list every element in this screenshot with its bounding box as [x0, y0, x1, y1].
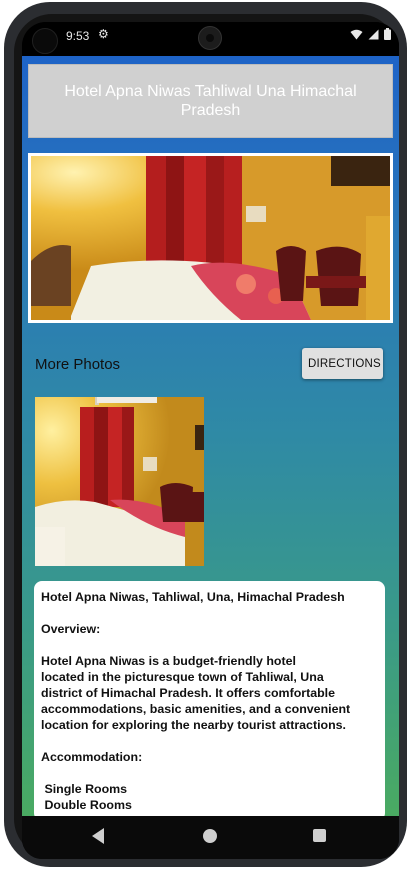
signal-icon [368, 29, 379, 39]
directions-button[interactable]: DIRECTIONS [302, 348, 383, 379]
wifi-icon [350, 29, 363, 39]
status-time: 9:53 [66, 29, 90, 43]
hotel-room-image [31, 156, 390, 320]
app-content[interactable]: Hotel Apna Niwas Tahliwal Una Himachal P… [22, 56, 399, 821]
page-title: Hotel Apna Niwas Tahliwal Una Himachal P… [28, 64, 393, 138]
back-icon[interactable] [92, 828, 104, 844]
main-hotel-photo[interactable] [28, 153, 393, 323]
screen: 9:53 ⚙ Hotel Apna Niwas Tahliwal Una Him… [22, 22, 399, 859]
status-bar: 9:53 ⚙ [22, 22, 399, 56]
photo-thumbnail[interactable] [35, 397, 204, 566]
description-line: Single Rooms [41, 782, 128, 796]
description-line: Double Rooms [41, 798, 132, 812]
description-line: accommodations, basic amenities, and a c… [41, 702, 351, 716]
hotel-room-thumbnail-image [35, 397, 204, 566]
front-camera-punch-hole [32, 28, 58, 54]
description-line: Accommodation: [41, 750, 143, 764]
description-line: located in the picturesque town of Tahli… [41, 670, 324, 684]
status-icons [350, 28, 391, 40]
description-line: Overview: [41, 622, 101, 636]
description-line: district of Himachal Pradesh. It offers … [41, 686, 335, 700]
description-line: location for exploring the nearby touris… [41, 718, 346, 732]
camera-lens-icon [198, 26, 222, 50]
more-photos-label: More Photos [35, 356, 121, 373]
home-icon[interactable] [203, 829, 217, 843]
settings-gear-icon: ⚙ [98, 27, 109, 41]
description-line: Hotel Apna Niwas, Tahliwal, Una, Himacha… [41, 590, 345, 604]
recents-icon[interactable] [313, 829, 326, 842]
system-navigation-bar [22, 816, 399, 859]
battery-icon [384, 28, 391, 40]
hotel-description-card: Hotel Apna Niwas, Tahliwal, Una, Himacha… [34, 581, 385, 821]
description-line: Hotel Apna Niwas is a budget-friendly ho… [41, 654, 296, 668]
